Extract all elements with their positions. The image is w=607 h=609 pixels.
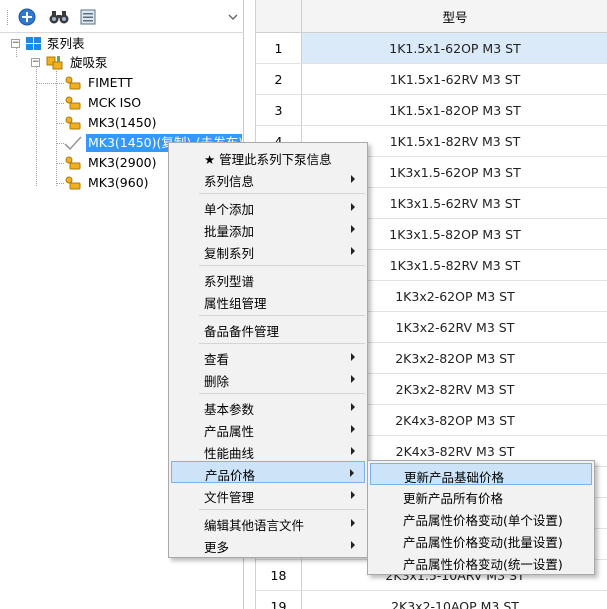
column-header-model[interactable]: 型号: [302, 0, 607, 33]
grid-icon: [26, 37, 41, 50]
submenu-arrow-icon: [351, 203, 355, 211]
pump-folder-icon: [46, 56, 63, 70]
submenu-arrow-icon: [351, 541, 355, 549]
grid-header: 型号: [256, 0, 607, 33]
submenu-item-attr-price-single[interactable]: 产品属性价格变动(单个设置): [370, 507, 592, 529]
submenu-arrow-icon: [351, 175, 355, 183]
row-number[interactable]: 3: [256, 95, 302, 125]
menu-item-product-price[interactable]: 产品价格: [171, 461, 365, 483]
tree-root-label: 泵列表: [47, 36, 85, 51]
tree-root-node[interactable]: 泵列表: [26, 34, 87, 54]
menu-item-performance-curves[interactable]: 性能曲线: [171, 440, 365, 462]
row-number[interactable]: 18: [256, 560, 302, 590]
menu-item-series-spectrum[interactable]: 系列型谱: [171, 268, 365, 290]
submenu-arrow-icon: [351, 225, 355, 233]
table-row[interactable]: 2 1K1.5x1-62RV M3 ST: [256, 64, 607, 95]
submenu-item-update-all-prices[interactable]: 更新产品所有价格: [370, 485, 592, 507]
submenu-arrow-icon: [351, 375, 355, 383]
menu-item-product-attributes[interactable]: 产品属性: [171, 418, 365, 440]
tree-item[interactable]: MK3(2900): [63, 153, 159, 173]
add-circle-icon[interactable]: [17, 7, 37, 27]
tree-item[interactable]: MCK ISO: [63, 93, 143, 113]
submenu-arrow-icon: [351, 247, 355, 255]
table-row[interactable]: 3 1K1.5x1-82OP M3 ST: [256, 95, 607, 126]
model-cell[interactable]: 1K1.5x1-62RV M3 ST: [302, 64, 607, 94]
row-number[interactable]: 2: [256, 64, 302, 94]
tree-item[interactable]: MK3(1450): [63, 113, 159, 133]
menu-item-single-add[interactable]: 单个添加: [171, 196, 365, 218]
pump-icon: [65, 96, 81, 110]
menu-item-view[interactable]: 查看: [171, 346, 365, 368]
table-row[interactable]: 19 2K3x2-10AOP M3 ST: [256, 591, 607, 609]
pump-icon: [65, 116, 81, 130]
pump-icon: [65, 156, 81, 170]
price-submenu: 更新产品基础价格 更新产品所有价格 产品属性价格变动(单个设置) 产品属性价格变…: [367, 460, 595, 575]
tree-root-expander[interactable]: −: [11, 39, 20, 48]
submenu-arrow-icon: [351, 403, 355, 411]
toolbar-grip[interactable]: [7, 10, 9, 25]
submenu-arrow-icon: [351, 425, 355, 433]
submenu-arrow-icon: [351, 519, 355, 527]
tree-context-menu: ★ 管理此系列下泵信息 系列信息 单个添加 批量添加 复制系列 系列型谱 属性组…: [168, 142, 368, 558]
submenu-item-attr-price-uniform[interactable]: 产品属性价格变动(统一设置): [370, 551, 592, 573]
chevron-down-icon[interactable]: [226, 10, 240, 24]
tree-toolbar: [0, 0, 244, 33]
menu-item-file-management[interactable]: 文件管理: [171, 484, 365, 506]
menu-item-edit-other-language[interactable]: 编辑其他语言文件: [171, 512, 365, 534]
submenu-arrow-icon: [351, 353, 355, 361]
tree-group-label: 旋吸泵: [70, 55, 108, 70]
table-row[interactable]: 1 1K1.5x1-62OP M3 ST: [256, 33, 607, 64]
pump-icon: [65, 76, 81, 90]
tree-item[interactable]: FIMETT: [63, 73, 135, 93]
submenu-item-attr-price-batch[interactable]: 产品属性价格变动(批量设置): [370, 529, 592, 551]
tree-group-node[interactable]: 旋吸泵: [45, 53, 110, 73]
menu-item-batch-add[interactable]: 批量添加: [171, 218, 365, 240]
checkmark-icon: [64, 136, 82, 151]
submenu-item-update-base-price[interactable]: 更新产品基础价格: [370, 463, 592, 485]
menu-item-more[interactable]: 更多: [171, 534, 365, 556]
menu-item-spare-parts[interactable]: 备品备件管理: [171, 318, 365, 340]
submenu-arrow-icon: [351, 491, 355, 499]
pump-icon: [65, 176, 81, 190]
submenu-arrow-icon: [350, 469, 354, 477]
menu-item-copy-series[interactable]: 复制系列: [171, 240, 365, 262]
row-number[interactable]: 1: [256, 33, 302, 63]
menu-item-delete[interactable]: 删除: [171, 368, 365, 390]
menu-item-basic-params[interactable]: 基本参数: [171, 396, 365, 418]
list-icon[interactable]: [78, 7, 98, 27]
menu-item-manage-pumps[interactable]: ★ 管理此系列下泵信息: [171, 146, 365, 168]
menu-item-attribute-groups[interactable]: 属性组管理: [171, 290, 365, 312]
submenu-arrow-icon: [351, 447, 355, 455]
tree-item[interactable]: MK3(960): [63, 173, 151, 193]
model-cell[interactable]: 2K3x2-10AOP M3 ST: [302, 591, 607, 609]
binoculars-icon[interactable]: [49, 7, 69, 27]
tree-group-expander[interactable]: −: [31, 58, 40, 67]
grid-corner-cell[interactable]: [256, 0, 302, 33]
model-cell[interactable]: 1K1.5x1-62OP M3 ST: [302, 33, 607, 63]
row-number[interactable]: 19: [256, 591, 302, 609]
menu-item-series-info[interactable]: 系列信息: [171, 168, 365, 190]
model-cell[interactable]: 1K1.5x1-82OP M3 ST: [302, 95, 607, 125]
